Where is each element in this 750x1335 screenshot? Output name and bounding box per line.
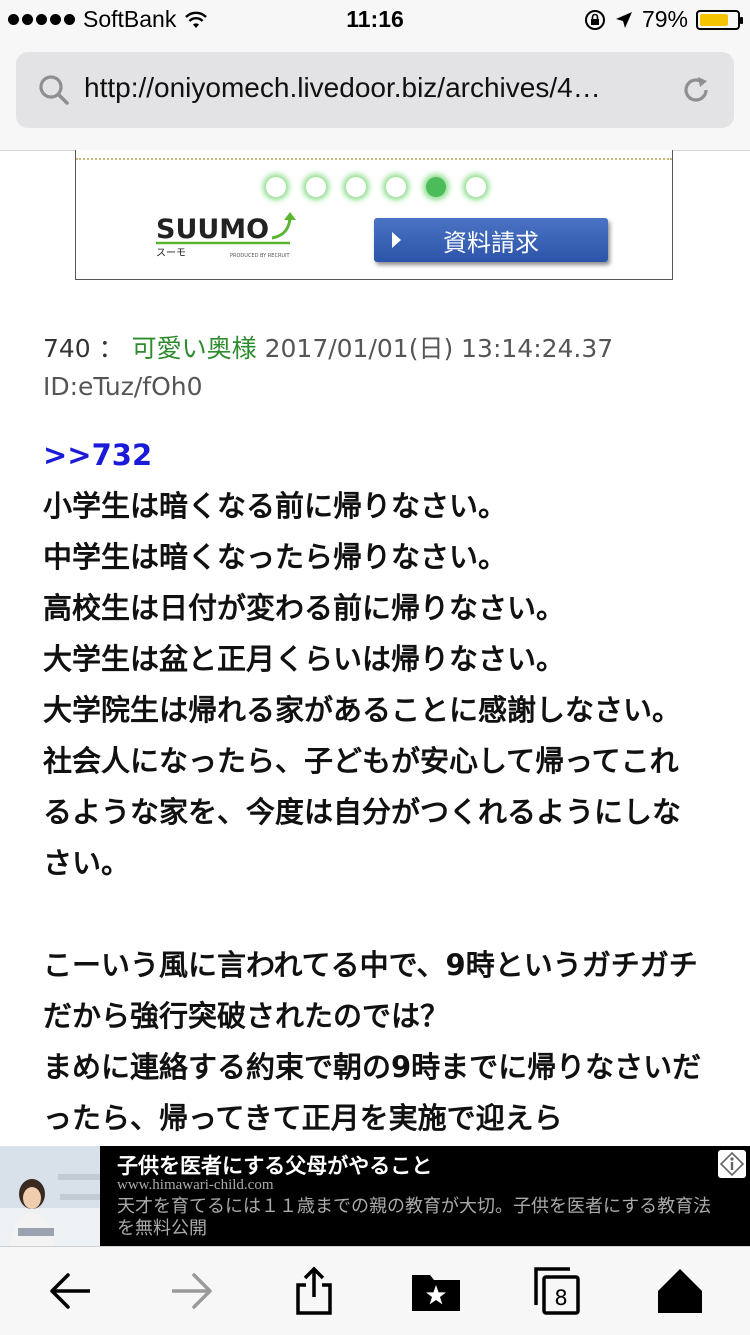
post-paragraph-2: こーいう風に言われてる中で、9時というガチガチだから強行突破されたのでは？ まめに…: [43, 940, 703, 1144]
post-date: 2017/01/01(日) 13:14:24.37: [264, 334, 614, 363]
banner-url[interactable]: www.himawari-child.com: [117, 1177, 273, 1194]
post-number: 740: [43, 334, 91, 363]
svg-text:SUUMO: SUUMO: [156, 214, 269, 245]
battery-percent: 79%: [641, 6, 688, 32]
poster-name: 可愛い奥様: [131, 334, 257, 363]
svg-text:PRODUCED BY RECRUIT: PRODUCED BY RECRUIT: [230, 253, 291, 259]
post-line: 高校生は日付が変わる前に帰りなさい。: [43, 591, 566, 625]
forward-arrow-icon[interactable]: [166, 1265, 218, 1317]
ad-divider: [76, 158, 672, 160]
request-materials-label: 資料請求: [443, 228, 539, 257]
suumo-ad[interactable]: SUUMO スーモ PRODUCED BY RECRUIT 資料請求: [75, 150, 673, 280]
browser-toolbar: 8: [0, 1246, 750, 1335]
ad-info-icon[interactable]: [718, 1150, 746, 1178]
bottom-banner-ad[interactable]: 子供を医者にする父母がやること www.himawari-child.com 天…: [0, 1146, 750, 1246]
rotation-lock-icon: [584, 9, 605, 30]
svg-text:スーモ: スーモ: [156, 248, 186, 259]
play-arrow-icon: [392, 232, 401, 248]
carousel-dot[interactable]: [426, 177, 446, 197]
bookmarks-icon[interactable]: [410, 1265, 462, 1317]
post-separator: ：: [98, 334, 124, 363]
ad-photo: [0, 1146, 100, 1246]
banner-title[interactable]: 子供を医者にする父母がやること: [117, 1150, 432, 1180]
search-icon: [39, 75, 69, 105]
back-arrow-icon[interactable]: [44, 1265, 96, 1317]
suumo-logo: SUUMO スーモ PRODUCED BY RECRUIT: [156, 212, 296, 259]
banner-description: 天才を育てるには１１歳までの親の教育が大切。子供を医者にする教育法を無料公開: [117, 1196, 712, 1239]
request-materials-button[interactable]: 資料請求: [374, 218, 608, 262]
post-line: 社会人になったら、子どもが安心して帰ってこれるような家を、今度は自分がつくれるよ…: [43, 744, 682, 880]
tab-count: 8: [554, 1286, 567, 1310]
post-line: 大学院生は帰れる家があることに感謝しなさい。: [43, 693, 682, 727]
post-header: 740 ： 可愛い奥様 2017/01/01(日) 13:14:24.37 ID…: [43, 330, 723, 406]
battery-icon: [696, 9, 743, 30]
location-arrow-icon: [615, 11, 632, 28]
post-line: 中学生は暗くなったら帰りなさい。: [43, 540, 508, 574]
poster-id: ID:eTuz/fOh0: [43, 372, 203, 401]
carousel-dot[interactable]: [306, 177, 326, 197]
carousel-indicator[interactable]: [266, 177, 486, 197]
reply-anchor-link[interactable]: >>732: [43, 430, 703, 481]
browser-address-area: http://oniyomech.livedoor.biz/archives/4…: [0, 40, 750, 151]
carousel-dot[interactable]: [386, 177, 406, 197]
url-text[interactable]: http://oniyomech.livedoor.biz/archives/4…: [84, 72, 601, 104]
carousel-dot[interactable]: [466, 177, 486, 197]
address-bar[interactable]: http://oniyomech.livedoor.biz/archives/4…: [16, 52, 734, 128]
post-line: まめに連絡する約束で朝の9時までに帰りなさいだったら、帰ってきて正月を実施で迎え…: [43, 1050, 702, 1135]
battery-level-fill: [700, 13, 729, 26]
post-body: >>732 小学生は暗くなる前に帰りなさい。 中学生は暗くなったら帰りなさい。高校…: [43, 430, 703, 1145]
carousel-dot[interactable]: [346, 177, 366, 197]
post-line: 小学生は暗くなる前に帰りなさい。: [43, 489, 508, 523]
status-bar-right: 79%: [584, 6, 743, 33]
tabs-icon[interactable]: 8: [532, 1265, 584, 1317]
post-line: 大学生は盆と正月くらいは帰りなさい。: [43, 642, 566, 676]
reload-icon[interactable]: [678, 72, 714, 108]
share-icon[interactable]: [288, 1265, 340, 1317]
home-icon[interactable]: [654, 1265, 706, 1317]
post-paragraph-1: 小学生は暗くなる前に帰りなさい。 中学生は暗くなったら帰りなさい。高校生は日付が変…: [43, 481, 703, 889]
carousel-dot[interactable]: [266, 177, 286, 197]
status-bar: SoftBank 11:16 79%: [0, 0, 750, 40]
post-line: こーいう風に言われてる中で、9時というガチガチだから強行突破されたのでは？: [43, 948, 698, 1033]
